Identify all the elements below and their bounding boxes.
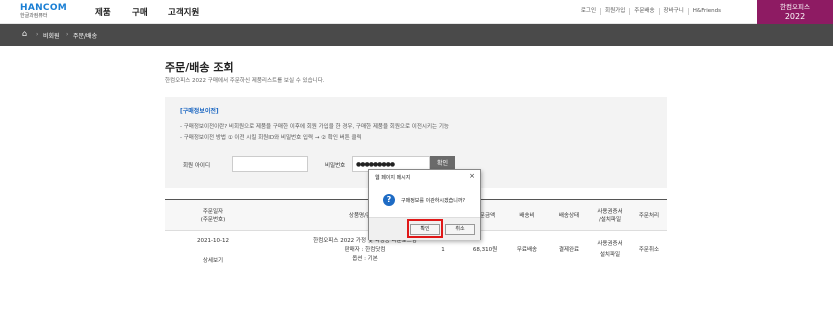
home-icon[interactable]: ⌂: [22, 30, 27, 38]
signup-link[interactable]: 회원가입: [600, 8, 629, 15]
utility-links: 로그인 회원가입 주문배송 장바구니 H&Friends: [577, 8, 725, 15]
member-id-label: 회원 아이디: [183, 163, 211, 169]
ok-button-highlight: [407, 219, 443, 238]
order-date: 2021-10-12: [197, 238, 229, 244]
login-link[interactable]: 로그인: [577, 8, 600, 15]
chevron-right-icon: ›: [66, 31, 69, 38]
logo-subtext: 한글과컴퓨터: [20, 13, 48, 19]
header-process: 주문처리: [638, 213, 660, 219]
cancel-order-link[interactable]: 주문취소: [631, 246, 667, 254]
breadcrumb-guest[interactable]: 비회원: [43, 31, 60, 40]
panel-method: - 구매정보이전 방법 ① 이전 시킬 회원ID와 비밀번호 입력 → ② 확인…: [180, 135, 362, 141]
quantity: 1: [441, 247, 445, 253]
breadcrumb: ⌂ › 비회원 › 주문/배송: [0, 24, 833, 46]
close-icon[interactable]: ×: [469, 172, 475, 180]
header-order-date-line2: (주문번호): [200, 217, 226, 223]
header-order-date-line1: 주문일자: [202, 209, 224, 215]
menu-support[interactable]: 고객지원: [168, 6, 199, 18]
order-delivery-link[interactable]: 주문배송: [629, 8, 658, 15]
promo-banner[interactable]: 한컴오피스 2022: [757, 0, 833, 24]
hancom-logo[interactable]: HANCOM 한글과컴퓨터: [20, 3, 68, 20]
order-amount: 68,310원: [472, 247, 498, 253]
top-navigation: HANCOM 한글과컴퓨터 제품 구매 고객지원 로그인 회원가입 주문배송 장…: [0, 0, 833, 24]
option: 옵션 : 기본: [352, 256, 378, 262]
page-title: 주문/배송 조회: [165, 61, 234, 74]
delivery-status: 결제완료: [558, 247, 580, 253]
header-order-date: 주문일자 (주문번호): [185, 208, 241, 224]
promo-title: 한컴오피스: [780, 3, 810, 11]
detail-link[interactable]: 상세보기: [185, 257, 241, 265]
page-subtitle: 한컴오피스 2022 구매에서 주문하신 제품리스트를 보실 수 있습니다.: [165, 78, 325, 84]
install-file-link[interactable]: 설치파일: [590, 251, 630, 259]
dialog-message: 구매정보를 이관하시겠습니까?: [401, 198, 466, 204]
password-label: 비밀번호: [325, 163, 346, 169]
confirm-dialog: 웹 페이지 메시지 × ? 구매정보를 이관하시겠습니까? 확인 취소: [368, 169, 481, 240]
chevron-right-icon: ›: [36, 31, 39, 38]
menu-products[interactable]: 제품: [95, 6, 111, 18]
hfriends-link[interactable]: H&Friends: [687, 8, 725, 15]
dialog-cancel-button[interactable]: 취소: [445, 224, 475, 235]
shipping-fee: 무료배송: [516, 247, 538, 253]
seller: 판매자 : 한컴닷컴: [344, 247, 386, 253]
cart-link[interactable]: 장바구니: [658, 8, 688, 15]
promo-year: 2022: [784, 12, 806, 21]
question-icon: ?: [383, 194, 395, 206]
header-license-line2: /설치파일: [598, 217, 622, 223]
panel-title: [구매정보이전]: [180, 108, 219, 115]
member-id-input[interactable]: [232, 156, 308, 172]
logo-mark: HANCOM: [20, 3, 68, 13]
license-cert-link[interactable]: 사용권증서: [590, 240, 630, 248]
dialog-title: 웹 페이지 메시지: [375, 175, 411, 181]
header-shipping: 배송비: [519, 213, 535, 219]
header-license-line1: 사용권증서: [597, 209, 623, 215]
breadcrumb-order-delivery[interactable]: 주문/배송: [73, 31, 97, 40]
menu-purchase[interactable]: 구매: [132, 6, 148, 18]
header-license: 사용권증서 /설치파일: [590, 208, 630, 224]
header-status: 배송상태: [558, 213, 580, 219]
panel-description: - 구매정보이전이란? 비회원으로 제품을 구매한 이후에 회원 가입을 한 경…: [180, 124, 449, 130]
